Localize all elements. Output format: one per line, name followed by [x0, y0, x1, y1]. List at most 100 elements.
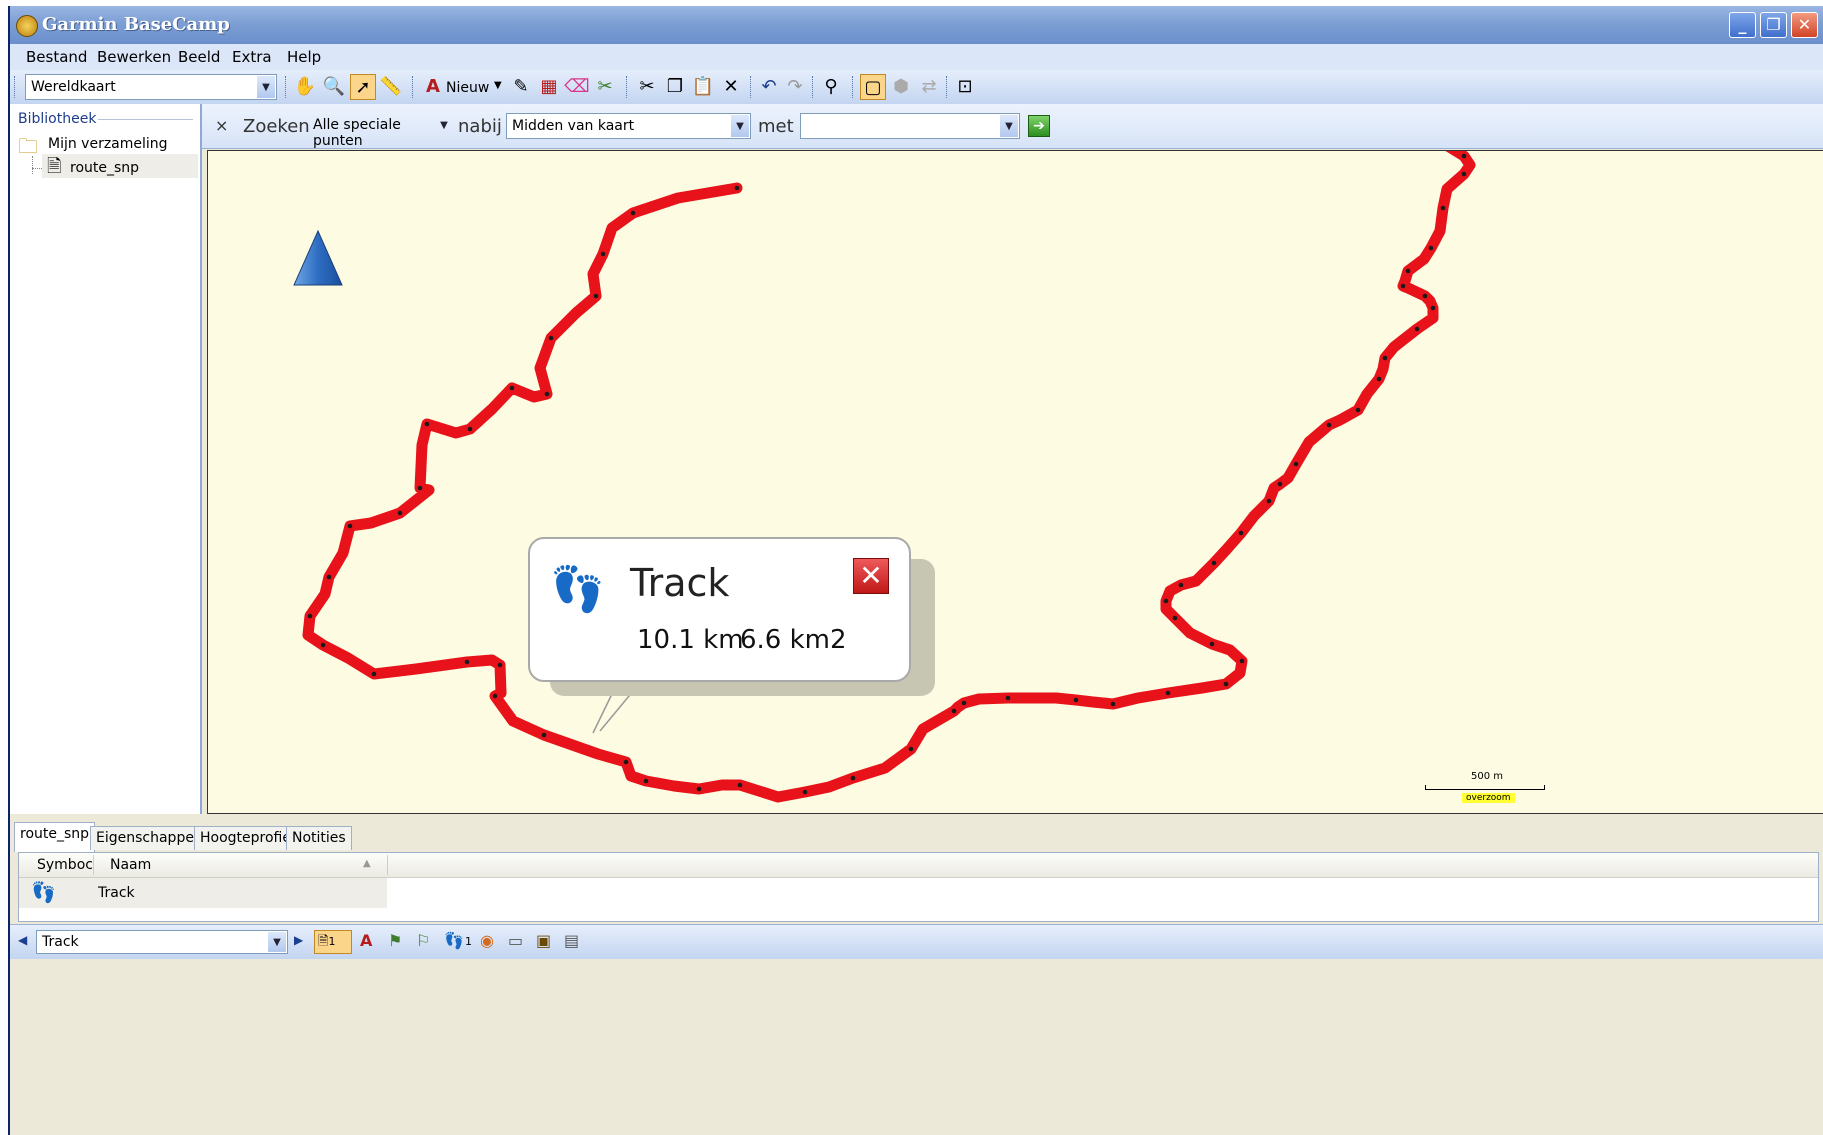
- track-point: [1355, 407, 1361, 413]
- waypoint-flag-icon[interactable]: A: [420, 74, 446, 100]
- minimize-button[interactable]: _: [1729, 12, 1756, 38]
- chevron-down-icon[interactable]: ▼: [731, 115, 749, 137]
- paste-icon[interactable]: 📋: [690, 74, 716, 100]
- map-select[interactable]: Wereldkaart ▼: [25, 74, 277, 100]
- track-point: [1073, 697, 1079, 703]
- tab-properties[interactable]: Eigenschappen: [90, 826, 209, 850]
- hand-icon[interactable]: ✋: [292, 74, 318, 100]
- route-list-icon[interactable]: ⚐: [416, 931, 430, 950]
- close-window-button[interactable]: ✕: [1791, 12, 1818, 38]
- scissors-track-icon[interactable]: ✂: [592, 74, 618, 100]
- near-label: nabij: [458, 116, 502, 137]
- clear-search-button[interactable]: ×: [215, 116, 228, 135]
- track-point: [326, 574, 332, 580]
- copy-icon[interactable]: ❐: [662, 74, 688, 100]
- track-point: [961, 700, 967, 706]
- library-divider: [98, 119, 193, 120]
- column-divider: [93, 855, 94, 875]
- track-point: [951, 708, 957, 714]
- track-point: [1277, 481, 1283, 487]
- menu-beeld[interactable]: Beeld: [178, 48, 220, 66]
- undo-icon[interactable]: ↶: [756, 74, 782, 100]
- track-point: [397, 510, 403, 516]
- device-icon[interactable]: ▤: [564, 931, 579, 950]
- list-header: Symboc Naam ▲: [19, 853, 1818, 878]
- fit-to-window-icon[interactable]: ⊡: [952, 74, 978, 100]
- ruler-icon[interactable]: 📏: [378, 74, 404, 100]
- callout-distance: 10.1 km: [637, 625, 744, 655]
- column-divider: [387, 855, 388, 875]
- select-region-icon[interactable]: ▦: [536, 74, 562, 100]
- new-button-label[interactable]: Nieuw: [446, 80, 489, 96]
- column-name[interactable]: Naam: [110, 857, 151, 873]
- 3d-view-icon[interactable]: ⬢: [888, 74, 914, 100]
- geocache-icon[interactable]: ◉: [480, 931, 494, 950]
- track-point: [734, 185, 740, 191]
- adventure-icon[interactable]: ▣: [536, 931, 551, 950]
- track-point: [737, 782, 743, 788]
- chevron-down-icon[interactable]: ▼: [268, 932, 286, 952]
- track-point: [1209, 641, 1215, 647]
- bottom-strip: [10, 959, 1823, 1135]
- go-search-icon[interactable]: ➔: [1028, 115, 1050, 137]
- sort-ascending-icon[interactable]: ▲: [363, 858, 371, 869]
- row-name: Track: [98, 885, 135, 901]
- track-point: [424, 421, 430, 427]
- map-view[interactable]: 👣 Track 10.1 km 6.6 km2 ✕ 500 m overzoom: [207, 150, 1823, 814]
- track-point: [1405, 268, 1411, 274]
- track-point: [593, 293, 599, 299]
- chevron-down-icon[interactable]: ▼: [1000, 115, 1018, 137]
- menu-bewerken[interactable]: Bewerken: [97, 48, 171, 66]
- close-callout-button[interactable]: ✕: [853, 558, 889, 594]
- callout-title: Track: [630, 561, 730, 605]
- magnifier-icon[interactable]: 🔍: [321, 74, 347, 100]
- menu-extra[interactable]: Extra: [232, 48, 272, 66]
- delete-icon[interactable]: ✕: [718, 74, 744, 100]
- near-select[interactable]: Midden van kaart ▼: [506, 113, 751, 139]
- restore-button[interactable]: ❐: [1760, 12, 1787, 38]
- redo-icon[interactable]: ↷: [782, 74, 808, 100]
- track-point: [1422, 293, 1428, 299]
- tab-route[interactable]: route_snp: [14, 822, 96, 852]
- with-input[interactable]: ▼: [800, 113, 1020, 139]
- chevron-down-icon[interactable]: ▼: [435, 114, 453, 138]
- track-point: [1223, 681, 1229, 687]
- track-point: [347, 523, 353, 529]
- map-scale: 500 m overzoom: [1425, 771, 1547, 811]
- track-point: [643, 778, 649, 784]
- map-canvas[interactable]: [208, 151, 1823, 814]
- track-point: [371, 671, 377, 677]
- menu-help[interactable]: Help: [287, 48, 321, 66]
- arrow-select-icon[interactable]: ➚: [350, 74, 376, 100]
- new-dropdown-icon[interactable]: ▼: [494, 80, 502, 91]
- collection-item[interactable]: Mijn verzameling: [48, 136, 168, 152]
- column-symbol[interactable]: Symboc: [37, 857, 93, 873]
- track-line[interactable]: [302, 151, 1476, 803]
- binoculars-icon[interactable]: ⚲: [818, 74, 844, 100]
- menu-bestand[interactable]: Bestand: [26, 48, 87, 66]
- map-view-icon[interactable]: ▢: [860, 74, 886, 100]
- footprints-icon[interactable]: 👣: [444, 931, 464, 950]
- with-label: met: [758, 116, 794, 137]
- cut-icon[interactable]: ✂: [634, 74, 660, 100]
- current-item-select[interactable]: Track ▼: [36, 930, 288, 954]
- sync-icon[interactable]: ⇄: [916, 74, 942, 100]
- table-row[interactable]: 👣 Track: [19, 878, 387, 908]
- previous-icon[interactable]: ◀: [18, 933, 27, 947]
- category-select[interactable]: Alle speciale punten ▼: [308, 113, 454, 149]
- footprints-icon: 👣: [550, 564, 605, 615]
- toolbar-separator: [285, 76, 288, 98]
- eraser-icon[interactable]: ⌫: [564, 74, 590, 100]
- pencil-edit-icon[interactable]: ✎: [508, 74, 534, 100]
- toolbar-separator: [852, 76, 855, 98]
- chevron-down-icon[interactable]: ▼: [257, 76, 275, 98]
- tab-elevation[interactable]: Hoogteprofiel: [194, 826, 301, 850]
- route-list-item[interactable]: route_snp: [70, 160, 139, 176]
- waypoint-flag-icon[interactable]: A: [360, 931, 372, 950]
- route-icon[interactable]: ⚑: [388, 931, 402, 950]
- tab-notes[interactable]: Notities: [286, 826, 352, 850]
- photo-icon[interactable]: ▭: [508, 931, 523, 950]
- window-title: Garmin BaseCamp: [42, 14, 230, 35]
- list-filter-toggle[interactable]: 🗎1: [314, 930, 352, 954]
- next-icon[interactable]: ▶: [294, 933, 303, 947]
